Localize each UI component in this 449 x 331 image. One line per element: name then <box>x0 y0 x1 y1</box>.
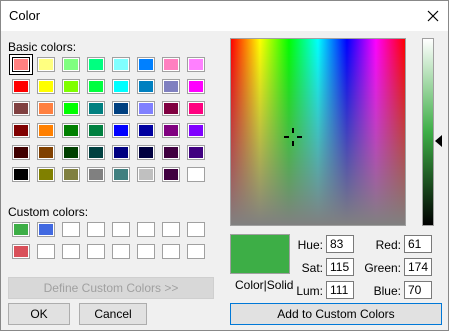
custom-color-swatch[interactable] <box>138 245 154 258</box>
custom-colors-label: Custom colors: <box>8 205 89 219</box>
basic-color-swatch[interactable] <box>38 146 54 159</box>
sat-field[interactable]: 115 <box>326 258 354 276</box>
custom-color-swatch[interactable] <box>88 223 104 236</box>
basic-color-swatch[interactable] <box>38 80 54 93</box>
basic-color-swatch[interactable] <box>138 168 154 181</box>
crosshair-icon <box>284 128 302 146</box>
basic-color-swatch[interactable] <box>113 80 129 93</box>
color-spectrum[interactable] <box>230 38 406 226</box>
sat-label: Sat: <box>301 261 323 275</box>
color-solid-label: Color|Solid <box>235 278 294 292</box>
basic-color-swatch[interactable] <box>138 146 154 159</box>
custom-color-swatch[interactable] <box>88 245 104 258</box>
luminosity-arrow-icon[interactable] <box>435 135 442 147</box>
basic-color-swatch[interactable] <box>113 168 129 181</box>
basic-color-swatch[interactable] <box>63 124 79 137</box>
basic-color-swatch[interactable] <box>188 146 204 159</box>
add-to-custom-colors-button[interactable]: Add to Custom Colors <box>230 303 442 325</box>
basic-color-swatch[interactable] <box>13 146 29 159</box>
title-bar: Color <box>1 1 448 31</box>
basic-color-swatch[interactable] <box>13 168 29 181</box>
basic-color-swatch[interactable] <box>38 124 54 137</box>
basic-color-swatch[interactable] <box>63 80 79 93</box>
basic-color-swatch[interactable] <box>63 58 79 71</box>
lum-label: Lum: <box>296 284 323 298</box>
basic-color-swatch[interactable] <box>188 168 204 181</box>
custom-color-swatch[interactable] <box>138 223 154 236</box>
basic-color-swatch[interactable] <box>188 102 204 115</box>
basic-color-swatch[interactable] <box>113 102 129 115</box>
basic-colors-label: Basic colors: <box>8 40 77 54</box>
window-title: Color <box>9 8 41 23</box>
custom-color-swatch[interactable] <box>38 245 54 258</box>
basic-color-swatch[interactable] <box>188 80 204 93</box>
custom-color-swatch[interactable] <box>38 223 54 236</box>
basic-color-swatch[interactable] <box>138 102 154 115</box>
basic-color-swatch[interactable] <box>188 58 204 71</box>
lum-field[interactable]: 111 <box>326 281 354 299</box>
basic-color-swatch[interactable] <box>163 58 179 71</box>
custom-color-swatch[interactable] <box>163 223 179 236</box>
blue-label: Blue: <box>373 284 401 298</box>
basic-color-swatch[interactable] <box>88 168 104 181</box>
basic-color-swatch[interactable] <box>88 58 104 71</box>
green-field[interactable]: 174 <box>404 258 432 276</box>
basic-color-swatch[interactable] <box>13 102 29 115</box>
basic-color-swatch[interactable] <box>63 168 79 181</box>
basic-color-swatch[interactable] <box>38 102 54 115</box>
basic-color-swatch[interactable] <box>113 124 129 137</box>
basic-color-swatch[interactable] <box>63 102 79 115</box>
custom-color-swatch[interactable] <box>163 245 179 258</box>
basic-color-swatch[interactable] <box>13 124 29 137</box>
basic-color-swatch[interactable] <box>38 168 54 181</box>
custom-color-swatch[interactable] <box>113 223 129 236</box>
close-icon[interactable] <box>419 4 447 28</box>
custom-color-swatch[interactable] <box>63 223 79 236</box>
basic-color-swatch[interactable] <box>188 124 204 137</box>
basic-color-swatch[interactable] <box>13 58 29 71</box>
custom-color-swatch[interactable] <box>13 223 29 236</box>
color-preview <box>230 234 290 274</box>
basic-color-swatch[interactable] <box>163 146 179 159</box>
hue-field[interactable]: 83 <box>326 235 354 253</box>
green-label: Green: <box>364 261 401 275</box>
basic-color-swatch[interactable] <box>13 80 29 93</box>
basic-color-swatch[interactable] <box>138 80 154 93</box>
custom-color-swatch[interactable] <box>113 245 129 258</box>
basic-color-swatch[interactable] <box>163 124 179 137</box>
custom-color-swatch[interactable] <box>13 245 29 258</box>
cancel-button[interactable]: Cancel <box>79 303 147 325</box>
basic-color-swatch[interactable] <box>63 146 79 159</box>
basic-color-swatch[interactable] <box>138 124 154 137</box>
basic-color-swatch[interactable] <box>113 146 129 159</box>
custom-color-swatch[interactable] <box>188 245 204 258</box>
basic-color-swatch[interactable] <box>163 102 179 115</box>
basic-color-swatch[interactable] <box>113 58 129 71</box>
custom-color-swatch[interactable] <box>188 223 204 236</box>
basic-color-swatch[interactable] <box>88 102 104 115</box>
red-field[interactable]: 61 <box>404 235 432 253</box>
basic-color-swatch[interactable] <box>138 58 154 71</box>
basic-color-swatch[interactable] <box>38 58 54 71</box>
hue-label: Hue: <box>297 238 323 252</box>
basic-color-swatch[interactable] <box>88 146 104 159</box>
red-label: Red: <box>375 238 401 252</box>
luminosity-slider[interactable] <box>422 38 434 226</box>
basic-color-swatch[interactable] <box>163 168 179 181</box>
custom-color-swatch[interactable] <box>63 245 79 258</box>
define-custom-colors-button[interactable]: Define Custom Colors >> <box>8 277 214 299</box>
basic-color-swatch[interactable] <box>88 124 104 137</box>
blue-field[interactable]: 70 <box>404 281 432 299</box>
basic-color-swatch[interactable] <box>163 80 179 93</box>
color-dialog: Color Basic colors: Custom colors: Defin… <box>0 0 449 331</box>
ok-button[interactable]: OK <box>8 303 70 325</box>
basic-color-swatch[interactable] <box>88 80 104 93</box>
